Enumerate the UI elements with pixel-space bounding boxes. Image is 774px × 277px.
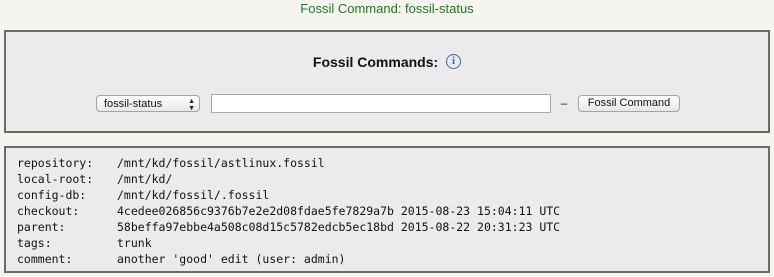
output-key: parent: — [17, 220, 66, 234]
output-value: another 'good' edit (user: admin) — [117, 252, 346, 266]
panel-heading: Fossil Commands: i — [6, 52, 768, 72]
command-args-input[interactable] — [211, 94, 551, 113]
output-row: parent: 58beffa97ebbe4a508c08d15c5782edc… — [17, 219, 560, 235]
fossil-command-button[interactable]: Fossil Command — [578, 95, 680, 112]
output-value: 58beffa97ebbe4a508c08d15c5782edcb5ec18bd… — [117, 220, 561, 234]
output-value: /mnt/kd/ — [117, 172, 173, 186]
output-row: checkout: 4cedee026856c9376b7e2e2d08fdae… — [17, 203, 560, 219]
select-arrows-icon: ▲ ▼ — [188, 98, 195, 112]
output-row: tags: trunk — [17, 235, 560, 251]
output-value: 4cedee026856c9376b7e2e2d08fdae5fe7829a7b… — [117, 204, 561, 218]
output-key: checkout: — [17, 204, 80, 218]
output-key: tags: — [17, 236, 52, 250]
panel-heading-label: Fossil Commands: — [312, 54, 439, 70]
output-key: repository: — [17, 156, 94, 170]
status-output-table: repository: /mnt/kd/fossil/astlinux.foss… — [17, 155, 560, 267]
output-key: comment: — [17, 252, 73, 266]
separator-dash: – — [560, 96, 568, 110]
output-value: /mnt/kd/fossil/.fossil — [117, 188, 270, 202]
output-value: trunk — [117, 236, 152, 250]
info-icon[interactable]: i — [446, 54, 462, 69]
output-key: local-root: — [17, 172, 94, 186]
page-title: Fossil Command: fossil-status — [300, 1, 474, 16]
output-value: /mnt/kd/fossil/astlinux.fossil — [117, 156, 325, 170]
output-panel: repository: /mnt/kd/fossil/astlinux.foss… — [4, 146, 770, 273]
output-row: comment: another 'good' edit (user: admi… — [17, 251, 560, 267]
command-select[interactable]: fossil-status ▲ ▼ — [96, 95, 200, 112]
command-panel: Fossil Commands: i fossil-status ▲ ▼ – Fo… — [4, 30, 770, 133]
output-row: repository: /mnt/kd/fossil/astlinux.foss… — [17, 155, 560, 171]
command-select-value: fossil-status — [104, 98, 163, 110]
output-row: config-db: /mnt/kd/fossil/.fossil — [17, 187, 560, 203]
output-key: config-db: — [17, 188, 87, 202]
output-row: local-root: /mnt/kd/ — [17, 171, 560, 187]
